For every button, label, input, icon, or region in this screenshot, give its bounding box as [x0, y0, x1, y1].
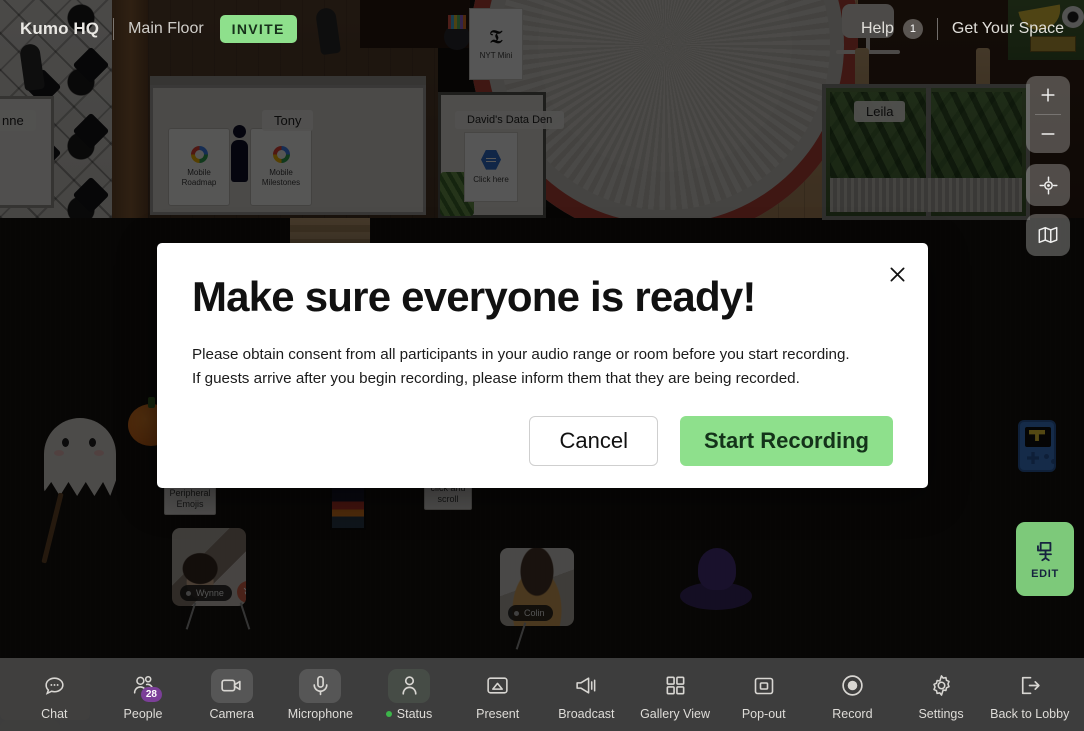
status-text: Status	[396, 706, 433, 721]
modal-title: Make sure everyone is ready!	[192, 273, 756, 320]
map-zoom-controls	[1026, 76, 1070, 153]
help-badge: 1	[902, 18, 923, 39]
modal-body-line-1: Please obtain consent from all participa…	[192, 346, 850, 363]
bottom-toolbar: Chat 28 People Camera Microphone Status …	[0, 658, 1084, 731]
edit-label: EDIT	[1031, 568, 1059, 580]
toolbar-item-broadcast[interactable]: Broadcast	[542, 658, 631, 731]
floor-name[interactable]: Main Floor	[128, 20, 204, 38]
toolbar-label-settings: Settings	[918, 706, 964, 721]
toolbar-label-microphone: Microphone	[287, 706, 354, 721]
toolbar-item-gallery-view[interactable]: Gallery View	[631, 658, 720, 731]
people-count-badge: 28	[140, 686, 162, 702]
gallery-view-icon	[654, 669, 696, 703]
status-icon	[388, 668, 431, 703]
toolbar-item-settings[interactable]: Settings	[897, 658, 986, 731]
cancel-button[interactable]: Cancel	[529, 416, 658, 466]
toolbar-label-broadcast: Broadcast	[558, 706, 615, 721]
recenter-icon[interactable]	[1026, 164, 1070, 206]
top-bar-right: Help 1 Get Your Space	[861, 17, 1064, 40]
settings-icon	[920, 669, 962, 703]
divider	[936, 17, 938, 40]
popout-icon	[743, 669, 785, 703]
broadcast-icon	[565, 669, 607, 703]
minimap-icon[interactable]	[1026, 214, 1070, 256]
toolbar-item-record[interactable]: Record	[808, 658, 897, 731]
toolbar-label-gallery-view: Gallery View	[640, 706, 710, 721]
toolbar-item-popout[interactable]: Pop-out	[719, 658, 808, 731]
exit-icon	[1009, 669, 1051, 703]
microphone-icon	[299, 668, 342, 703]
workspace-name[interactable]: Kumo HQ	[20, 19, 99, 39]
zoom-out-icon[interactable]	[1026, 115, 1070, 153]
modal-body-line-2: If guests arrive after you begin recordi…	[192, 369, 800, 387]
toolbar-item-back-to-lobby[interactable]: Back to Lobby	[985, 658, 1074, 731]
chat-icon	[33, 669, 75, 703]
zoom-in-icon[interactable]	[1026, 76, 1070, 114]
toolbar-label-popout: Pop-out	[741, 706, 786, 721]
toolbar-label-chat: Chat	[41, 706, 68, 721]
toolbar-label-camera: Camera	[209, 706, 254, 721]
camera-icon	[210, 668, 253, 703]
close-icon[interactable]	[884, 261, 910, 287]
start-recording-button[interactable]: Start Recording	[679, 416, 893, 466]
map-minimap-control	[1026, 214, 1070, 256]
invite-button[interactable]: INVITE	[219, 14, 297, 43]
toolbar-item-people[interactable]: 28 People	[99, 658, 188, 731]
toolbar-item-chat[interactable]: Chat	[10, 658, 99, 731]
office-chair-icon	[1037, 541, 1052, 562]
top-bar: Kumo HQ Main Floor INVITE Help 1 Get You…	[0, 0, 1084, 57]
toolbar-item-camera[interactable]: Camera	[187, 658, 276, 731]
edit-button[interactable]: EDIT	[1016, 522, 1074, 596]
toolbar-label-present: Present	[476, 706, 520, 721]
status-dot-icon	[385, 710, 392, 717]
people-icon: 28	[122, 669, 164, 703]
toolbar-label-people: People	[123, 706, 163, 721]
modal-body: Please obtain consent from all participa…	[192, 343, 898, 390]
map-recenter-control	[1026, 164, 1070, 206]
recording-consent-modal: Make sure everyone is ready! Please obta…	[157, 243, 928, 488]
toolbar-label-record: Record	[832, 706, 873, 721]
present-icon	[477, 669, 519, 703]
toolbar-item-microphone[interactable]: Microphone	[276, 658, 365, 731]
help-link[interactable]: Help	[861, 20, 894, 38]
toolbar-item-present[interactable]: Present	[453, 658, 542, 731]
toolbar-item-status[interactable]: Status	[365, 658, 454, 731]
record-icon	[831, 669, 873, 703]
divider	[113, 17, 115, 40]
get-your-space-link[interactable]: Get Your Space	[952, 20, 1064, 38]
app-root: Mobile Roadmap Mobile Milestones 𝔗 NYT M…	[0, 0, 1084, 731]
modal-actions: Cancel Start Recording	[529, 416, 893, 466]
toolbar-label-back-to-lobby: Back to Lobby	[990, 706, 1070, 721]
toolbar-label-status: Status	[385, 706, 433, 721]
